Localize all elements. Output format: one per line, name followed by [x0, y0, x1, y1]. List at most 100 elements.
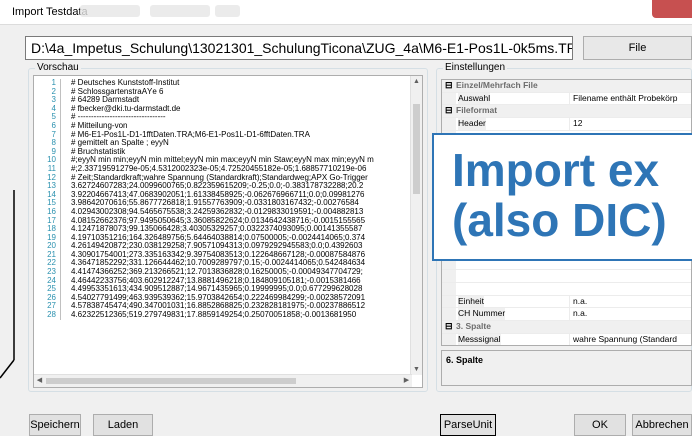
line-gutter [60, 130, 71, 140]
collapse-icon[interactable]: ⊟ [445, 105, 453, 117]
line-text: 4.36471852292;331.126644462;10.700928979… [71, 259, 366, 268]
property-value[interactable]: Filename enthält Probekörp [569, 92, 677, 105]
line-text: #;2.33719591279e-05;4.5312002323e-05;4.7… [71, 164, 367, 173]
property-row[interactable] [442, 283, 691, 296]
preview-line: 9 # Bruchstatistik [34, 147, 412, 157]
line-gutter [60, 259, 71, 269]
property-indent [442, 333, 456, 345]
settings-group-label: Einstellungen [443, 62, 508, 73]
property-name: 3. Spalte [456, 321, 491, 332]
preview-line: 18 4.12471878073;99.135066428;3.403053292… [34, 225, 412, 234]
collapse-icon[interactable]: ⊟ [445, 80, 453, 92]
line-gutter [60, 268, 71, 277]
preview-line: 28 4.62322512365;519.279749831;17.8859149… [34, 311, 412, 320]
line-text: # fbecker@dki.tu-darmstadt.de [71, 104, 181, 113]
line-text: #;eyyN min min;eyyN min mittel;eyyN min … [71, 156, 374, 165]
property-category[interactable]: ⊟ Fileformat [442, 105, 691, 119]
line-gutter [60, 156, 71, 165]
line-text: # 64289 Darmstadt [71, 96, 140, 105]
line-text: 3.62724607283;24.0099600765;0.8223596152… [71, 182, 364, 191]
scroll-up-icon[interactable]: ▲ [411, 76, 422, 87]
line-text: 3.98642070616;55.8677726818;1.9155776390… [71, 199, 359, 208]
line-text: 4.46442233756;403.602912247;13.888149621… [71, 276, 361, 285]
property-row[interactable]: Messsignal wahre Spannung (Standard [442, 333, 691, 345]
line-text: 4.30901754001;273.335163342;9.3975408351… [71, 250, 366, 259]
line-text: 4.08152662376;97.9495050645;3.3608582262… [71, 216, 366, 225]
preview-line: 13 3.62724607283;24.0099600765;0.82235961… [34, 182, 412, 191]
scroll-down-icon[interactable]: ▼ [411, 364, 422, 375]
preview-line: 15 3.98642070616;55.8677726818;1.91557763… [34, 199, 412, 208]
line-text: # Deutsches Kunststoff-Institut [71, 79, 180, 87]
preview-line: 1 # Deutsches Kunststoff-Institut [34, 79, 412, 88]
line-text: # M6-E1-Pos1L-D1-1fftDaten.TRA;M6-E1-Pos… [71, 130, 310, 139]
line-gutter [60, 164, 71, 174]
line-gutter [60, 173, 71, 183]
callout-line-2: (also DIC) [452, 194, 667, 246]
title-bar: Import Testdata [0, 0, 692, 25]
property-name: Fileformat [456, 105, 498, 116]
line-gutter [60, 242, 71, 251]
property-category[interactable]: ⊟ Einzel/Mehrfach File [442, 80, 691, 93]
line-text: 3.92204667413;47.0683902051;1.6133845892… [71, 190, 365, 199]
line-text: # Zeit;Standardkraft;wahre Spannung (Sta… [71, 173, 368, 182]
preview-line: 23 4.41474366252;369.213266521;12.7013836… [34, 268, 412, 277]
line-gutter [60, 199, 71, 208]
property-indent [442, 295, 456, 308]
preview-line: 2 # SchlossgartenstraÃŸe 6 [34, 87, 412, 97]
preview-line: 19 4.19710351216;164.326489756;5.64464038… [34, 233, 412, 243]
line-text: 4.49953351613;434.909512887;14.967143596… [71, 285, 363, 294]
preview-line: 21 4.30901754001;273.335163342;9.39754083… [34, 250, 412, 260]
property-row[interactable]: Auswahl Filename enthält Probekörp [442, 92, 691, 106]
property-value[interactable]: 12 [569, 118, 582, 130]
property-row[interactable]: Einheit n.a. [442, 295, 691, 309]
property-row[interactable]: CH Nummer n.a. [442, 308, 691, 322]
property-name: Auswahl [458, 92, 491, 105]
preview-line: 20 4.26149420872;230.038129258;7.90571094… [34, 242, 412, 251]
line-text: 4.19710351216;164.326489756;5.6446403881… [71, 233, 366, 242]
blurred-title-text [80, 5, 140, 17]
close-button[interactable] [652, 0, 692, 18]
callout-line-1: Import ex [452, 144, 660, 196]
preview-lines: 1 # Deutsches Kunststoff-Institut 2 # Schlo… [34, 79, 412, 320]
vertical-scrollbar[interactable]: ▲ ▼ [410, 76, 422, 375]
scroll-right-icon[interactable]: ▶ [401, 375, 412, 387]
line-gutter [60, 233, 71, 243]
property-value[interactable]: n.a. [569, 308, 587, 321]
line-gutter [60, 87, 71, 97]
property-indent [442, 118, 456, 130]
property-row[interactable] [442, 270, 691, 283]
horizontal-scrollbar[interactable]: ◀ ▶ [34, 374, 412, 387]
line-gutter [60, 293, 71, 303]
line-gutter [60, 104, 71, 114]
property-row[interactable]: Header 12 [442, 118, 691, 131]
line-gutter [60, 190, 71, 200]
property-name: CH Nummer [458, 308, 506, 321]
property-category[interactable]: ⊟ 3. Spalte [442, 321, 691, 334]
property-indent [442, 308, 456, 321]
preview-line: 6 # Mitteilung-von [34, 121, 412, 131]
line-text: # Mitteilung-von [71, 121, 128, 130]
property-value[interactable]: wahre Spannung (Standard [569, 333, 677, 345]
line-gutter [60, 147, 71, 157]
line-gutter [60, 182, 71, 191]
scroll-thumb[interactable] [413, 104, 420, 194]
line-gutter [60, 285, 71, 294]
preview-text-area[interactable]: 1 # Deutsches Kunststoff-Institut 2 # Schlo… [33, 75, 423, 388]
preview-line: 25 4.49953351613;434.909512887;14.9671435… [34, 285, 412, 294]
file-button[interactable]: File [583, 36, 692, 60]
preview-line: 11 #;2.33719591279e-05;4.5312002323e-05;4… [34, 164, 412, 174]
preview-line: 16 4.02943002308;94.5465675538;3.24259362… [34, 207, 412, 217]
line-text: # Bruchstatistik [71, 147, 126, 156]
property-name: Einzel/Mehrfach File [456, 80, 538, 90]
preview-line: 26 4.54027791499;463.939539362;15.9703842… [34, 293, 412, 303]
property-indent [442, 92, 456, 105]
property-description: 6. Spalte [441, 350, 692, 386]
line-gutter [60, 225, 71, 234]
preview-line: 14 3.92204667413;47.0683902051;1.61338458… [34, 190, 412, 200]
property-value[interactable]: n.a. [569, 295, 587, 308]
collapse-icon[interactable]: ⊟ [445, 321, 453, 333]
file-path-input[interactable]: D:\4a_Impetus_Schulung\13021301_Schulung… [25, 36, 573, 60]
preview-line: 22 4.36471852292;331.126644462;10.7009289… [34, 259, 412, 269]
scroll-thumb-horizontal[interactable] [46, 378, 296, 384]
preview-line: 12 # Zeit;Standardkraft;wahre Spannung (S… [34, 173, 412, 183]
